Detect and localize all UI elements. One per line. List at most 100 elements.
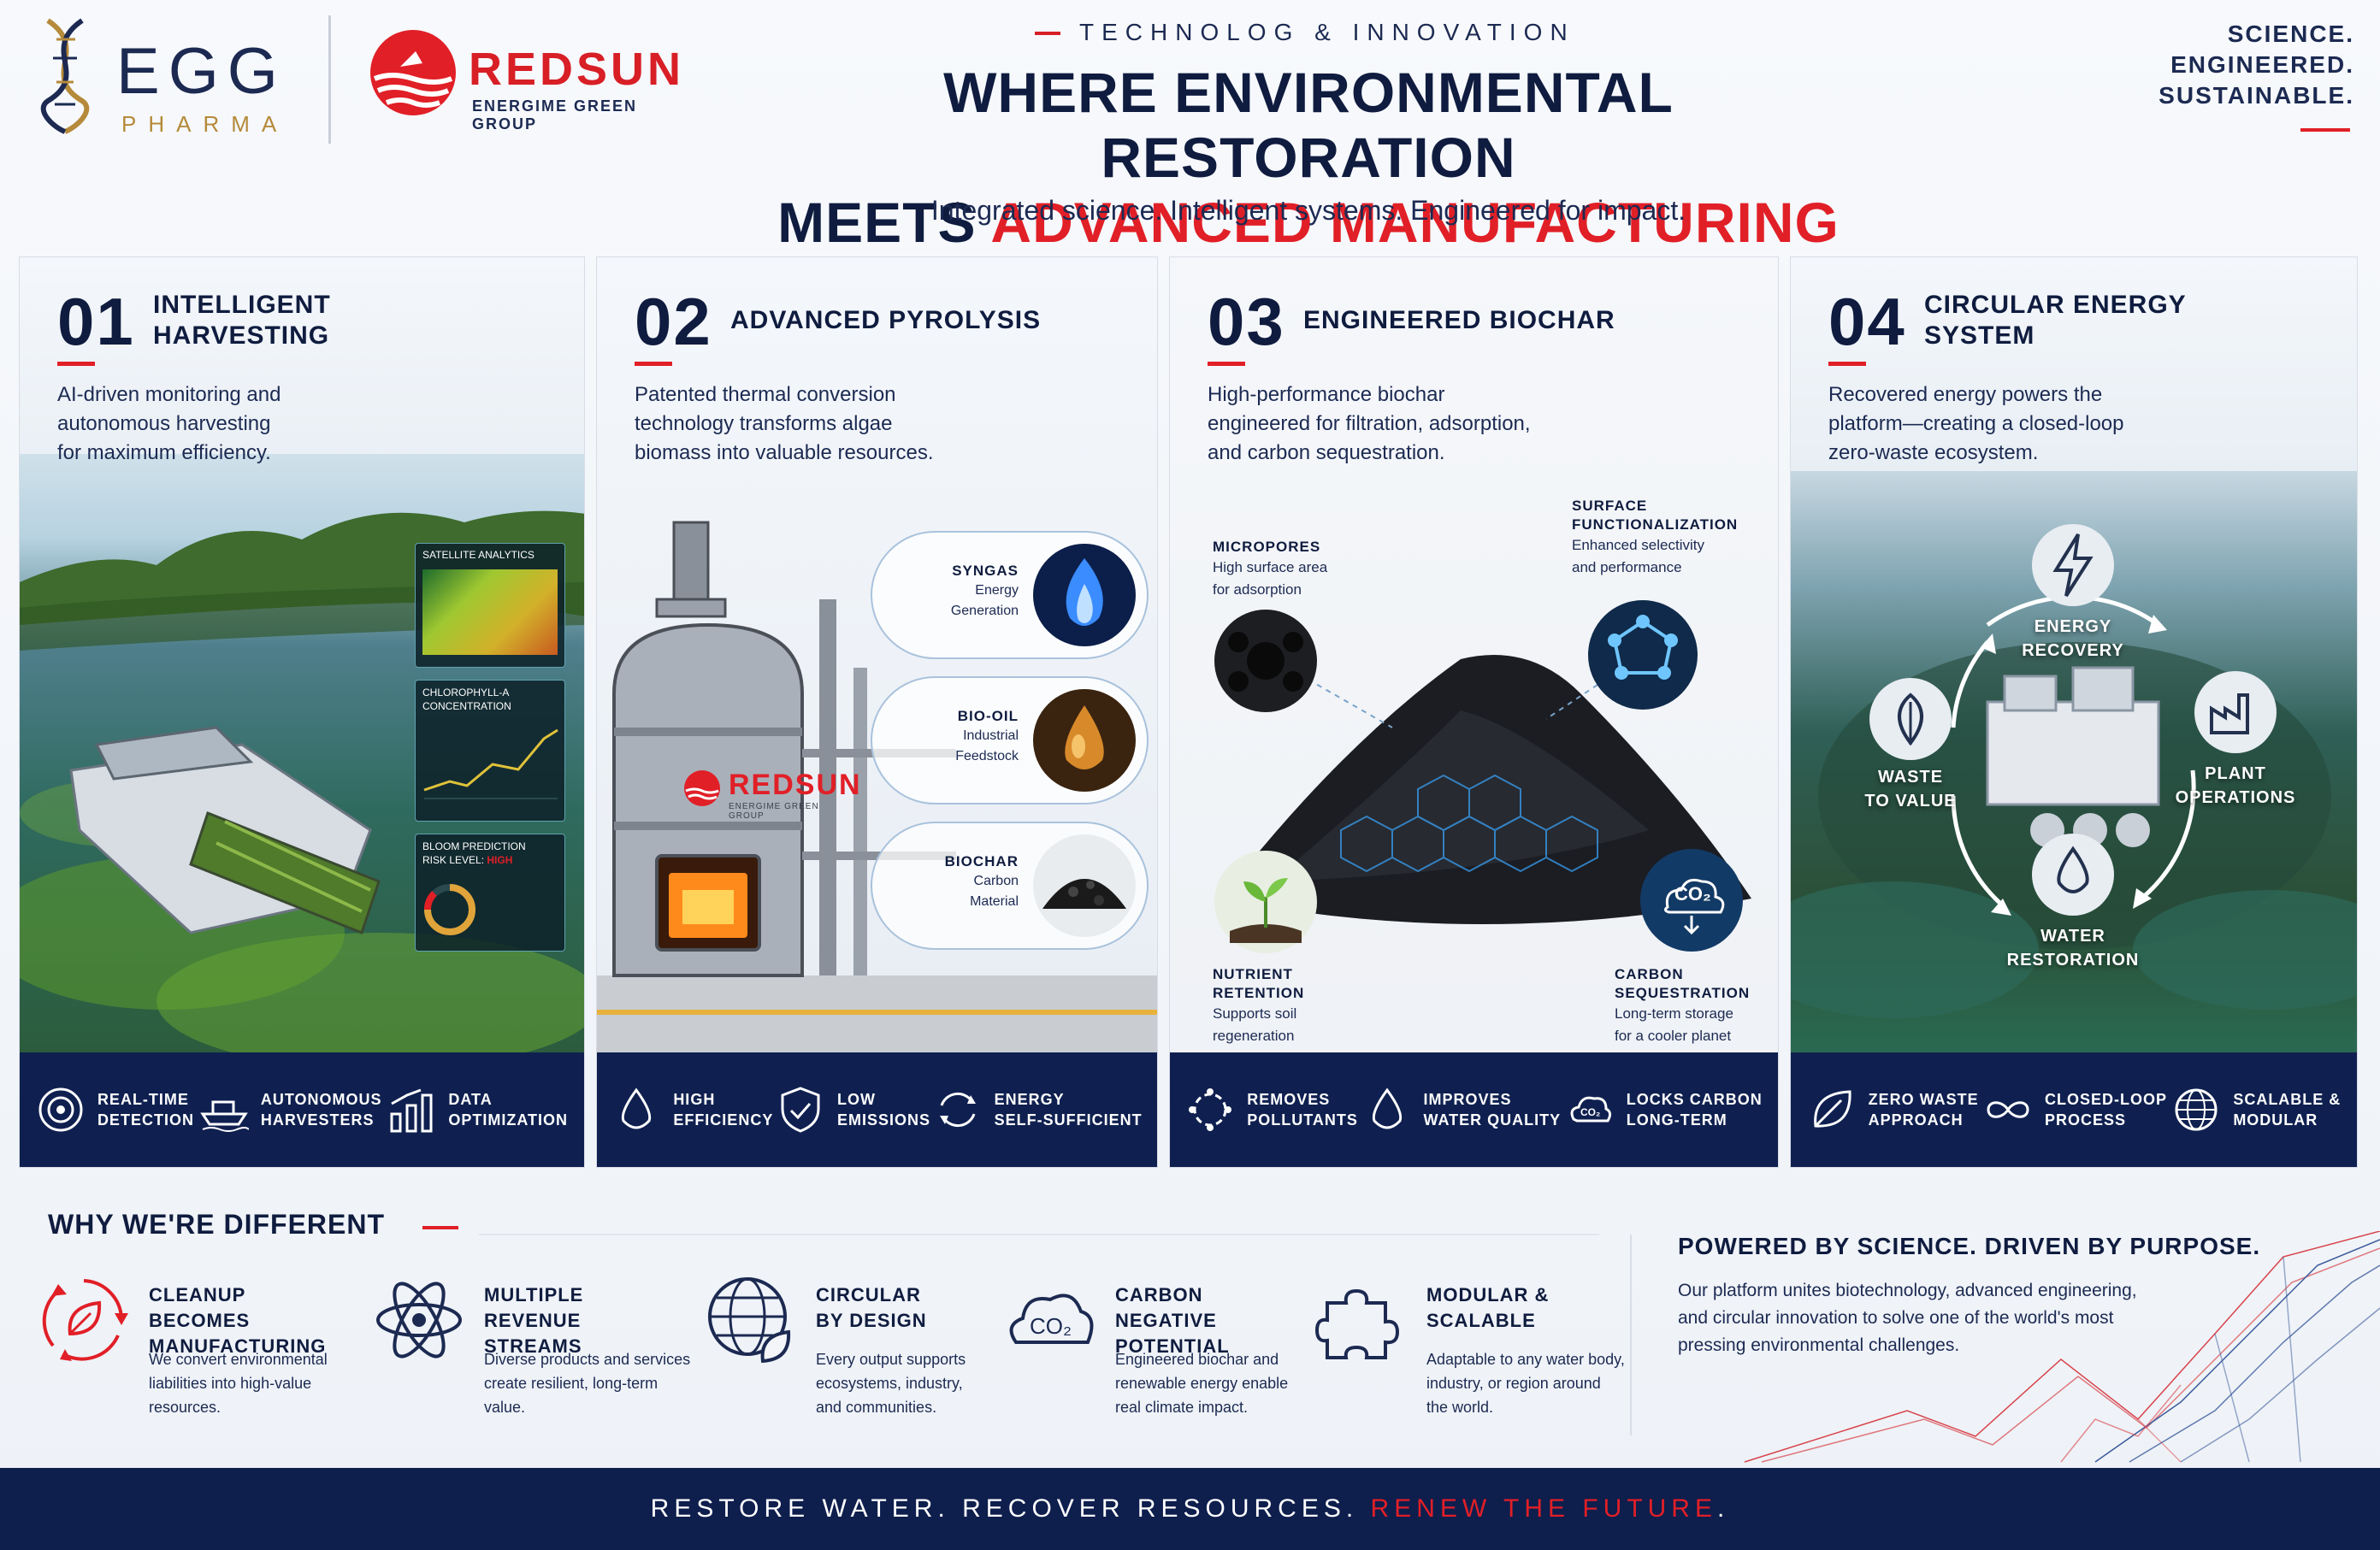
atom-icon xyxy=(376,1282,462,1358)
feature-closed-loop: CLOSED-LOOP PROCESS xyxy=(1983,1085,2167,1135)
panel-accent xyxy=(1208,362,1245,366)
callout-surface-functionalization: SURFACE FUNCTIONALIZATION Enhanced selec… xyxy=(1572,497,1738,579)
output-line: Generation xyxy=(950,604,1019,618)
lake-scene: SATELLITE ANALYTICS CHLOROPHYLL-A CONCEN… xyxy=(20,454,584,1054)
redsun-subtitle: ENERGIME GREEN GROUP xyxy=(472,97,638,133)
feature-energy-self-sufficient: ENERGY SELF-SUFFICIENT xyxy=(933,1085,1143,1135)
panel-number: 04 xyxy=(1828,284,1906,359)
egg-wordmark: EGG xyxy=(116,35,286,108)
cycle-label-line: TO VALUE xyxy=(1864,792,1957,810)
panel-number: 03 xyxy=(1208,284,1285,359)
dna-icon xyxy=(40,18,90,134)
callout-carbon-sequestration: CARBON SEQUESTRATION Long-term storage f… xyxy=(1615,965,1750,1047)
why-item-text: Every output supports ecosystems, indust… xyxy=(816,1347,1030,1419)
drop-icon xyxy=(1372,1087,1402,1129)
feature-label: REMOVES POLLUTANTS xyxy=(1247,1091,1358,1129)
panel-title: ENGINEERED BIOCHAR xyxy=(1303,305,1615,336)
why-item-line: liabilities into high-value xyxy=(149,1375,312,1392)
panel-advanced-pyrolysis: REDSUN ENERGIME GREEN GROUP SYNGAS Energ… xyxy=(596,256,1158,1168)
feature-autonomous-harvesters: AUTONOMOUS HARVESTERS xyxy=(199,1085,382,1135)
biochar-icon xyxy=(1033,834,1136,937)
panel-description: AI-driven monitoring and autonomous harv… xyxy=(57,380,536,468)
callout-title: FUNCTIONALIZATION xyxy=(1572,516,1739,533)
why-item-title: MODULAR & SCALABLE xyxy=(1426,1284,1550,1331)
pharma-wordmark: PHARMA xyxy=(121,111,289,137)
panel-description-line: AI-driven monitoring and xyxy=(57,383,281,406)
callout-title: MICROPORES xyxy=(1213,539,1321,555)
tagline-line: SCIENCE. xyxy=(2227,21,2354,47)
leaf-icon xyxy=(1869,678,1952,760)
output-name: SYNGAS xyxy=(952,563,1019,579)
cycle-water-restoration: WATER RESTORATION xyxy=(1987,924,2159,972)
output-name: BIO-OIL xyxy=(957,708,1019,724)
panel-accent xyxy=(1828,362,1866,366)
cycle-label-line: WATER xyxy=(2040,927,2105,946)
target-icon xyxy=(38,1087,83,1132)
reactor-brand: REDSUN ENERGIME GREEN GROUP xyxy=(682,769,862,821)
footer-prefix: RESTORE WATER. RECOVER RESOURCES. xyxy=(650,1494,1371,1523)
callout-text: Supports soil xyxy=(1213,1005,1297,1022)
factory-icon xyxy=(2194,671,2277,753)
panel-description-line: engineered for filtration, adsorption, xyxy=(1208,412,1531,435)
panel-description-line: zero-waste ecosystem. xyxy=(1828,441,2039,464)
output-text: SYNGAS Energy Generation xyxy=(951,562,1019,622)
panel-title-line: CIRCULAR ENERGY xyxy=(1924,291,2187,319)
infinity-icon xyxy=(1987,1101,2029,1118)
molecule-icon xyxy=(1588,600,1698,710)
egg-pharma-logo: EGG PHARMA xyxy=(31,15,313,137)
panel-engineered-biochar: MICROPORES High surface area for adsorpt… xyxy=(1169,256,1779,1168)
subtitle: Integrated science. Intelligent systems.… xyxy=(930,195,1686,226)
why-item-line: We convert environmental xyxy=(149,1351,328,1368)
output-text: BIOCHAR Carbon Material xyxy=(945,852,1019,912)
output-syngas: SYNGAS Energy Generation xyxy=(871,531,1149,659)
panel-description: Patented thermal conversion technology t… xyxy=(635,380,1113,468)
panel-description-line: biomass into valuable resources. xyxy=(635,441,934,464)
feature-low-emissions: LOW EMISSIONS xyxy=(776,1085,930,1135)
why-title: WHY WE'RE DIFFERENT xyxy=(48,1209,386,1240)
reactor-brand-word: REDSUN xyxy=(729,769,862,801)
svg-text:CO₂: CO₂ xyxy=(1030,1313,1072,1339)
panel-description: High-performance biochar engineered for … xyxy=(1208,380,1686,468)
feature-high-efficiency: HIGH EFFICIENCY xyxy=(611,1085,773,1135)
eyebrow: TECHNOLOG & INNOVATION xyxy=(1035,19,1575,46)
headline-line1: WHERE ENVIRONMENTAL RESTORATION xyxy=(943,61,1674,189)
panel-accent xyxy=(635,362,672,366)
feature-locks-carbon: CO₂ LOCKS CARBON LONG-TERM xyxy=(1565,1085,1763,1135)
cycle-label-line: RECOVERY xyxy=(2022,641,2124,660)
panel-description-line: for maximum efficiency. xyxy=(57,441,271,464)
red-sun-icon xyxy=(684,770,720,806)
globe-icon xyxy=(2175,1088,2218,1131)
output-line: Material xyxy=(970,894,1019,909)
panel-title-line: ADVANCED PYROLYSIS xyxy=(730,306,1042,334)
feature-zero-waste: ZERO WASTE APPROACH xyxy=(1807,1085,1979,1135)
why-item-line: and communities. xyxy=(816,1399,937,1416)
chlorophyll-line-chart xyxy=(423,728,558,799)
flame-icon xyxy=(1033,544,1136,646)
co2-label: CO₂ xyxy=(1674,883,1711,905)
logo-divider xyxy=(328,15,331,144)
panel-circular-energy-system: ENERGY RECOVERY PLANT OPERATIONS WATER R… xyxy=(1790,256,2358,1168)
panel-description-line: Recovered energy powers the xyxy=(1828,383,2103,406)
callout-micropores: MICROPORES High surface area for adsorpt… xyxy=(1213,538,1327,601)
tagline-line: SUSTAINABLE. xyxy=(2159,82,2354,109)
panel-feature-bar: HIGH EFFICIENCY LOW EMISSIONS ENERGY SEL… xyxy=(597,1052,1157,1167)
why-item-line: Adaptable to any water body, xyxy=(1426,1351,1625,1368)
panel-feature-bar: REAL-TIME DETECTION AUTONOMOUS HARVESTER… xyxy=(20,1052,584,1167)
feature-real-time-detection: REAL-TIME DETECTION xyxy=(36,1085,194,1135)
tagline: SCIENCE. ENGINEERED. SUSTAINABLE. xyxy=(2159,19,2354,111)
output-line: Energy xyxy=(975,583,1019,598)
feature-label: CLOSED-LOOP PROCESS xyxy=(2044,1091,2167,1129)
panel-title: ADVANCED PYROLYSIS xyxy=(730,305,1041,336)
feature-label: ENERGY SELF-SUFFICIENT xyxy=(994,1091,1143,1129)
leaf-icon xyxy=(1813,1090,1851,1128)
why-item-line: resources. xyxy=(149,1399,221,1416)
panel-description-line: and carbon sequestration. xyxy=(1208,441,1445,464)
why-item-title: CIRCULAR BY DESIGN xyxy=(816,1284,927,1331)
cycle-label-line: PLANT xyxy=(2205,764,2266,783)
shield-check-icon xyxy=(781,1087,820,1133)
bloom-prediction-card: BLOOM PREDICTION RISK LEVEL: HIGH xyxy=(415,834,565,952)
biochar-scene: MICROPORES High surface area for adsorpt… xyxy=(1170,471,1778,1054)
footer-highlight: RENEW THE FUTURE xyxy=(1370,1494,1717,1523)
bloom-risk-level: HIGH xyxy=(487,854,513,866)
why-item-line: create resilient, long-term xyxy=(484,1375,658,1392)
